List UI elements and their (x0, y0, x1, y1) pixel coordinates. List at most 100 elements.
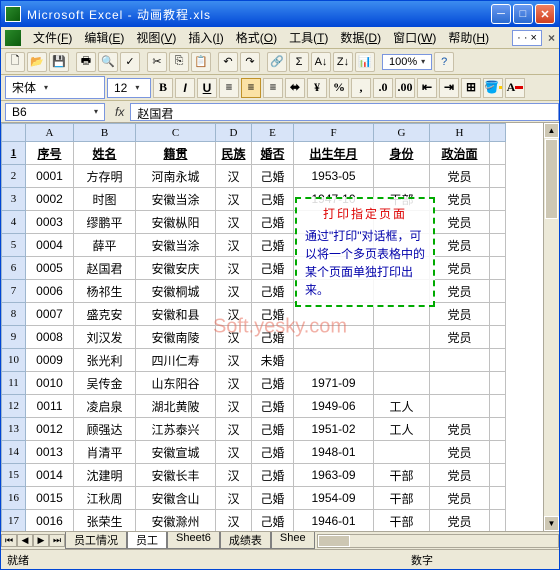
cell-A3[interactable]: 0002 (26, 188, 74, 211)
new-button[interactable]: 🗋 (5, 52, 25, 72)
bold-button[interactable]: B (153, 78, 173, 98)
cell-A5[interactable]: 0004 (26, 234, 74, 257)
cell-H1[interactable]: 政治面 (430, 142, 490, 165)
sum-button[interactable]: Σ (289, 52, 309, 72)
cell-E8[interactable]: 己婚 (252, 303, 294, 326)
sheet-tab-4[interactable]: Shee (271, 532, 315, 549)
cell-F16[interactable]: 1954-09 (294, 487, 374, 510)
cell-C10[interactable]: 四川仁寿 (136, 349, 216, 372)
cell-H7[interactable]: 党员 (430, 280, 490, 303)
cell-D3[interactable]: 汉 (216, 188, 252, 211)
scroll-down-arrow[interactable]: ▼ (544, 516, 559, 531)
inc-decimal-button[interactable]: .0 (373, 78, 393, 98)
cell-A2[interactable]: 0001 (26, 165, 74, 188)
chart-button[interactable]: 📊 (355, 52, 375, 72)
currency-button[interactable]: ¥ (307, 78, 327, 98)
minimize-button[interactable]: ─ (491, 4, 511, 24)
cell-D6[interactable]: 汉 (216, 257, 252, 280)
cell-E12[interactable]: 己婚 (252, 395, 294, 418)
cell-H9[interactable]: 党员 (430, 326, 490, 349)
row-header-4[interactable]: 4 (2, 211, 26, 234)
cell-F10[interactable] (294, 349, 374, 372)
cell-A10[interactable]: 0009 (26, 349, 74, 372)
cell-C11[interactable]: 山东阳谷 (136, 372, 216, 395)
inc-indent-button[interactable]: ⇥ (439, 78, 459, 98)
paste-button[interactable]: 📋 (191, 52, 211, 72)
col-header-C[interactable]: C (136, 124, 216, 142)
menu-o[interactable]: 格式(O) (230, 27, 283, 48)
col-header-H[interactable]: H (430, 124, 490, 142)
cell-C8[interactable]: 安徽和县 (136, 303, 216, 326)
preview-button[interactable]: 🔍 (98, 52, 118, 72)
titlebar[interactable]: Microsoft Excel - 动画教程.xls ─ □ ✕ (1, 1, 559, 27)
cell-G2[interactable] (374, 165, 430, 188)
copy-button[interactable]: ⎘ (169, 52, 189, 72)
cell-B10[interactable]: 张光利 (74, 349, 136, 372)
cell-A15[interactable]: 0014 (26, 464, 74, 487)
align-right-button[interactable]: ≡ (263, 78, 283, 98)
cell-B16[interactable]: 江秋周 (74, 487, 136, 510)
font-size-select[interactable]: 12▾ (107, 78, 151, 98)
save-button[interactable]: 💾 (49, 52, 69, 72)
cell-E11[interactable]: 己婚 (252, 372, 294, 395)
row-header-12[interactable]: 12 (2, 395, 26, 418)
cell-C16[interactable]: 安徽含山 (136, 487, 216, 510)
cell-H8[interactable]: 党员 (430, 303, 490, 326)
cell-H12[interactable] (430, 395, 490, 418)
formula-input[interactable]: 赵国君 (130, 103, 559, 121)
row-header-10[interactable]: 10 (2, 349, 26, 372)
cell-F13[interactable]: 1951-02 (294, 418, 374, 441)
italic-button[interactable]: I (175, 78, 195, 98)
row-header-11[interactable]: 11 (2, 372, 26, 395)
cell-A1[interactable]: 序号 (26, 142, 74, 165)
menu-v[interactable]: 视图(V) (130, 27, 182, 48)
cell-A16[interactable]: 0015 (26, 487, 74, 510)
cell-C1[interactable]: 籍贯 (136, 142, 216, 165)
cell-C2[interactable]: 河南永城 (136, 165, 216, 188)
menu-e[interactable]: 编辑(E) (78, 27, 130, 48)
cell-C3[interactable]: 安徽当涂 (136, 188, 216, 211)
cell-E5[interactable]: 己婚 (252, 234, 294, 257)
row-header-13[interactable]: 13 (2, 418, 26, 441)
cell-C15[interactable]: 安徽长丰 (136, 464, 216, 487)
cell-D12[interactable]: 汉 (216, 395, 252, 418)
cell-D14[interactable]: 汉 (216, 441, 252, 464)
cell-E13[interactable]: 己婚 (252, 418, 294, 441)
cell-E3[interactable]: 己婚 (252, 188, 294, 211)
cell-H11[interactable] (430, 372, 490, 395)
cell-H17[interactable]: 党员 (430, 510, 490, 532)
cell-B7[interactable]: 杨祁生 (74, 280, 136, 303)
comma-button[interactable]: , (351, 78, 371, 98)
sheet-tab-1[interactable]: 员工 (127, 532, 167, 549)
cell-G13[interactable]: 工人 (374, 418, 430, 441)
cell-F14[interactable]: 1948-01 (294, 441, 374, 464)
vertical-scrollbar[interactable]: ▲ ▼ (543, 123, 559, 531)
cell-G15[interactable]: 干部 (374, 464, 430, 487)
borders-button[interactable]: ⊞ (461, 78, 481, 98)
cell-D8[interactable]: 汉 (216, 303, 252, 326)
merge-button[interactable]: ⬌ (285, 78, 305, 98)
cell-H6[interactable]: 党员 (430, 257, 490, 280)
name-box[interactable]: B6▾ (5, 103, 105, 121)
cell-E4[interactable]: 己婚 (252, 211, 294, 234)
cell-B6[interactable]: 赵国君 (74, 257, 136, 280)
cell-D4[interactable]: 汉 (216, 211, 252, 234)
mdi-close-button[interactable]: × (548, 31, 555, 45)
cell-G11[interactable] (374, 372, 430, 395)
cell-A12[interactable]: 0011 (26, 395, 74, 418)
cell-D15[interactable]: 汉 (216, 464, 252, 487)
cell-H15[interactable]: 党员 (430, 464, 490, 487)
cell-E15[interactable]: 己婚 (252, 464, 294, 487)
sort-desc-button[interactable]: Z↓ (333, 52, 353, 72)
cell-D17[interactable]: 汉 (216, 510, 252, 532)
cell-G16[interactable]: 干部 (374, 487, 430, 510)
cell-B8[interactable]: 盛克安 (74, 303, 136, 326)
cell-A7[interactable]: 0006 (26, 280, 74, 303)
col-header-B[interactable]: B (74, 124, 136, 142)
cell-C17[interactable]: 安徽滁州 (136, 510, 216, 532)
cell-G17[interactable]: 干部 (374, 510, 430, 532)
scroll-thumb[interactable] (545, 139, 558, 219)
cell-F17[interactable]: 1946-01 (294, 510, 374, 532)
cell-A4[interactable]: 0003 (26, 211, 74, 234)
cell-D16[interactable]: 汉 (216, 487, 252, 510)
